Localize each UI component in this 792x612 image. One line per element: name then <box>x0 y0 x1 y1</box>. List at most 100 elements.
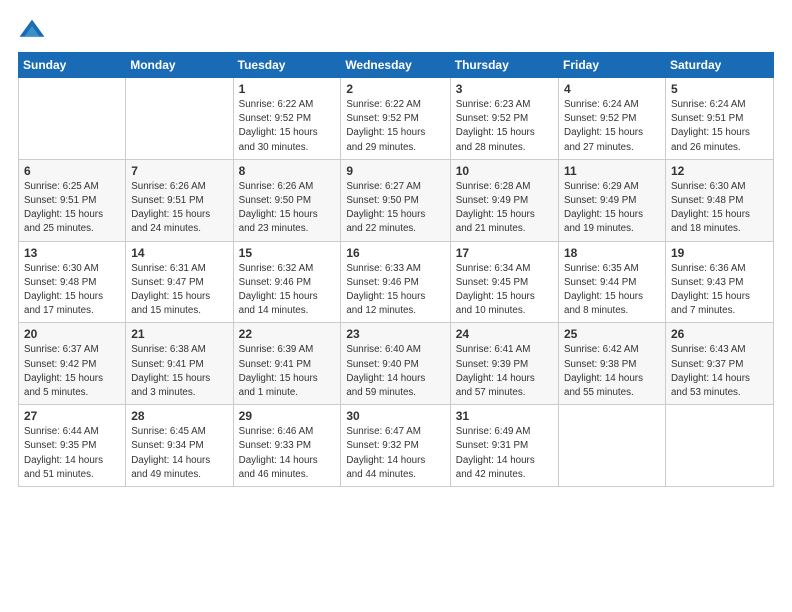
day-number: 3 <box>456 82 553 96</box>
calendar-cell: 19 Sunrise: 6:36 AM Sunset: 9:43 PM Dayli… <box>665 241 773 323</box>
calendar-week-row: 20Sunrise: 6:37 AM Sunset: 9:42 PM Dayli… <box>19 323 774 405</box>
day-number: 11 <box>564 164 660 178</box>
calendar-cell: 22 Sunrise: 6:39 AM Sunset: 9:41 PM Dayli… <box>233 323 341 405</box>
calendar-cell <box>665 405 773 487</box>
calendar-cell <box>19 78 126 160</box>
day-info: Sunrise: 6:39 AM Sunset: 9:41 PM Dayligh… <box>239 343 336 400</box>
day-info: Sunrise: 6:43 AM Sunset: 9:37 PM Dayligh… <box>671 343 768 400</box>
day-number: 25 <box>564 327 660 341</box>
calendar-cell: 11Sunrise: 6:29 AM Sunset: 9:49 PM Dayli… <box>559 159 666 241</box>
logo <box>18 18 50 40</box>
day-info: Sunrise: 6:41 AM Sunset: 9:39 PM Dayligh… <box>456 343 553 400</box>
header <box>18 18 774 40</box>
day-number: 8 <box>239 164 336 178</box>
day-info: Sunrise: 6:26 AM Sunset: 9:51 PM Dayligh… <box>131 180 227 237</box>
col-header-saturday: Saturday <box>665 53 773 78</box>
day-info: Sunrise: 6:47 AM Sunset: 9:32 PM Dayligh… <box>346 425 444 482</box>
day-number: 20 <box>24 327 120 341</box>
calendar-header-row: SundayMondayTuesdayWednesdayThursdayFrid… <box>19 53 774 78</box>
logo-icon <box>18 18 46 40</box>
calendar-cell: 26 Sunrise: 6:43 AM Sunset: 9:37 PM Dayli… <box>665 323 773 405</box>
calendar-cell: 20Sunrise: 6:37 AM Sunset: 9:42 PM Dayli… <box>19 323 126 405</box>
day-number: 1 <box>239 82 336 96</box>
day-number: 22 <box>239 327 336 341</box>
day-number: 14 <box>131 246 227 260</box>
day-number: 18 <box>564 246 660 260</box>
day-info: Sunrise: 6:34 AM Sunset: 9:45 PM Dayligh… <box>456 262 553 319</box>
calendar-cell: 25Sunrise: 6:42 AM Sunset: 9:38 PM Dayli… <box>559 323 666 405</box>
calendar-cell: 10 Sunrise: 6:28 AM Sunset: 9:49 PM Dayli… <box>450 159 558 241</box>
day-info: Sunrise: 6:36 AM Sunset: 9:43 PM Dayligh… <box>671 262 768 319</box>
day-number: 9 <box>346 164 444 178</box>
day-number: 16 <box>346 246 444 260</box>
day-info: Sunrise: 6:30 AM Sunset: 9:48 PM Dayligh… <box>671 180 768 237</box>
calendar-week-row: 6Sunrise: 6:25 AM Sunset: 9:51 PM Daylig… <box>19 159 774 241</box>
day-number: 2 <box>346 82 444 96</box>
day-info: Sunrise: 6:45 AM Sunset: 9:34 PM Dayligh… <box>131 425 227 482</box>
calendar-cell: 16 Sunrise: 6:33 AM Sunset: 9:46 PM Dayli… <box>341 241 450 323</box>
day-number: 29 <box>239 409 336 423</box>
day-info: Sunrise: 6:26 AM Sunset: 9:50 PM Dayligh… <box>239 180 336 237</box>
day-number: 13 <box>24 246 120 260</box>
col-header-sunday: Sunday <box>19 53 126 78</box>
calendar-week-row: 13 Sunrise: 6:30 AM Sunset: 9:48 PM Dayli… <box>19 241 774 323</box>
day-info: Sunrise: 6:32 AM Sunset: 9:46 PM Dayligh… <box>239 262 336 319</box>
day-info: Sunrise: 6:27 AM Sunset: 9:50 PM Dayligh… <box>346 180 444 237</box>
day-number: 15 <box>239 246 336 260</box>
day-number: 5 <box>671 82 768 96</box>
day-info: Sunrise: 6:35 AM Sunset: 9:44 PM Dayligh… <box>564 262 660 319</box>
col-header-wednesday: Wednesday <box>341 53 450 78</box>
day-number: 19 <box>671 246 768 260</box>
day-info: Sunrise: 6:24 AM Sunset: 9:52 PM Dayligh… <box>564 98 660 155</box>
day-info: Sunrise: 6:38 AM Sunset: 9:41 PM Dayligh… <box>131 343 227 400</box>
day-number: 26 <box>671 327 768 341</box>
calendar-cell: 1 Sunrise: 6:22 AM Sunset: 9:52 PM Daylig… <box>233 78 341 160</box>
calendar-cell: 4Sunrise: 6:24 AM Sunset: 9:52 PM Daylig… <box>559 78 666 160</box>
calendar-cell: 9 Sunrise: 6:27 AM Sunset: 9:50 PM Daylig… <box>341 159 450 241</box>
day-number: 10 <box>456 164 553 178</box>
col-header-thursday: Thursday <box>450 53 558 78</box>
calendar-cell: 31 Sunrise: 6:49 AM Sunset: 9:31 PM Dayli… <box>450 405 558 487</box>
day-info: Sunrise: 6:24 AM Sunset: 9:51 PM Dayligh… <box>671 98 768 155</box>
calendar-cell: 7 Sunrise: 6:26 AM Sunset: 9:51 PM Daylig… <box>126 159 233 241</box>
calendar-cell: 3 Sunrise: 6:23 AM Sunset: 9:52 PM Daylig… <box>450 78 558 160</box>
calendar-cell: 21 Sunrise: 6:38 AM Sunset: 9:41 PM Dayli… <box>126 323 233 405</box>
day-info: Sunrise: 6:46 AM Sunset: 9:33 PM Dayligh… <box>239 425 336 482</box>
day-number: 7 <box>131 164 227 178</box>
col-header-tuesday: Tuesday <box>233 53 341 78</box>
calendar-cell: 18 Sunrise: 6:35 AM Sunset: 9:44 PM Dayli… <box>559 241 666 323</box>
day-number: 27 <box>24 409 120 423</box>
day-number: 28 <box>131 409 227 423</box>
col-header-friday: Friday <box>559 53 666 78</box>
day-number: 31 <box>456 409 553 423</box>
day-number: 21 <box>131 327 227 341</box>
day-info: Sunrise: 6:49 AM Sunset: 9:31 PM Dayligh… <box>456 425 553 482</box>
calendar-cell: 27 Sunrise: 6:44 AM Sunset: 9:35 PM Dayli… <box>19 405 126 487</box>
calendar-cell: 8 Sunrise: 6:26 AM Sunset: 9:50 PM Daylig… <box>233 159 341 241</box>
calendar-cell: 23Sunrise: 6:40 AM Sunset: 9:40 PM Dayli… <box>341 323 450 405</box>
day-info: Sunrise: 6:22 AM Sunset: 9:52 PM Dayligh… <box>239 98 336 155</box>
day-info: Sunrise: 6:30 AM Sunset: 9:48 PM Dayligh… <box>24 262 120 319</box>
calendar-cell: 6Sunrise: 6:25 AM Sunset: 9:51 PM Daylig… <box>19 159 126 241</box>
calendar-cell: 24 Sunrise: 6:41 AM Sunset: 9:39 PM Dayli… <box>450 323 558 405</box>
calendar-cell: 2 Sunrise: 6:22 AM Sunset: 9:52 PM Daylig… <box>341 78 450 160</box>
day-number: 17 <box>456 246 553 260</box>
calendar-week-row: 1 Sunrise: 6:22 AM Sunset: 9:52 PM Daylig… <box>19 78 774 160</box>
day-info: Sunrise: 6:22 AM Sunset: 9:52 PM Dayligh… <box>346 98 444 155</box>
day-info: Sunrise: 6:40 AM Sunset: 9:40 PM Dayligh… <box>346 343 444 400</box>
calendar-table: SundayMondayTuesdayWednesdayThursdayFrid… <box>18 52 774 487</box>
col-header-monday: Monday <box>126 53 233 78</box>
day-info: Sunrise: 6:44 AM Sunset: 9:35 PM Dayligh… <box>24 425 120 482</box>
calendar-cell: 29 Sunrise: 6:46 AM Sunset: 9:33 PM Dayli… <box>233 405 341 487</box>
calendar-week-row: 27 Sunrise: 6:44 AM Sunset: 9:35 PM Dayli… <box>19 405 774 487</box>
day-info: Sunrise: 6:31 AM Sunset: 9:47 PM Dayligh… <box>131 262 227 319</box>
day-info: Sunrise: 6:28 AM Sunset: 9:49 PM Dayligh… <box>456 180 553 237</box>
calendar-cell: 13 Sunrise: 6:30 AM Sunset: 9:48 PM Dayli… <box>19 241 126 323</box>
day-info: Sunrise: 6:33 AM Sunset: 9:46 PM Dayligh… <box>346 262 444 319</box>
day-number: 6 <box>24 164 120 178</box>
day-number: 12 <box>671 164 768 178</box>
calendar-cell: 14 Sunrise: 6:31 AM Sunset: 9:47 PM Dayli… <box>126 241 233 323</box>
day-number: 24 <box>456 327 553 341</box>
calendar-cell: 5 Sunrise: 6:24 AM Sunset: 9:51 PM Daylig… <box>665 78 773 160</box>
day-info: Sunrise: 6:23 AM Sunset: 9:52 PM Dayligh… <box>456 98 553 155</box>
